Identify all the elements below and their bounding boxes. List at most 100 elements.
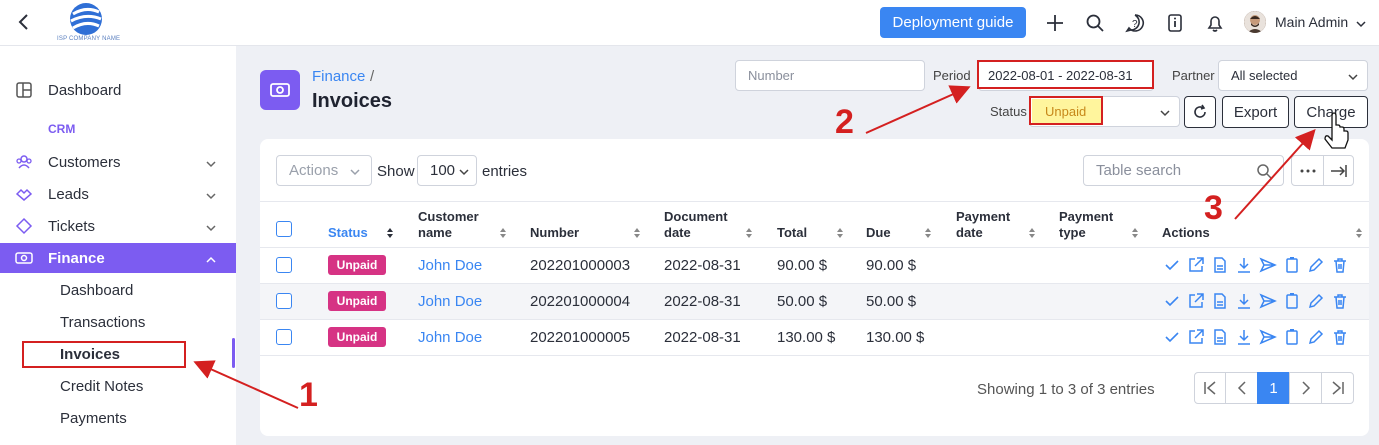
sidebar-subitem-payments[interactable]: Payments [60,410,127,427]
export-button[interactable]: Export [1222,96,1289,128]
deployment-guide-button[interactable]: Deployment guide [880,7,1026,38]
section-crm: CRM [48,122,76,136]
back-icon[interactable] [14,12,34,32]
sidebar-item-label: Customers [48,153,121,171]
row-checkbox[interactable] [276,293,292,309]
logo-text: ISP COMPANY NAME [57,36,121,42]
send-icon[interactable] [1259,328,1277,346]
sidebar-item-tickets[interactable]: Tickets [0,211,236,241]
sidebar-subitem-dashboard[interactable]: Dashboard [60,282,133,299]
column-payment-type[interactable]: Payment type [1059,209,1113,241]
annotation-number-1: 1 [299,376,318,414]
download-icon[interactable] [1235,292,1253,310]
row-checkbox[interactable] [276,257,292,273]
customer-link[interactable]: John Doe [418,329,482,346]
column-number[interactable]: Number [530,225,579,241]
send-icon[interactable] [1259,256,1277,274]
due-amount: 130.00 $ [866,329,925,346]
copy-icon[interactable] [1283,328,1301,346]
expand-columns-icon[interactable] [1324,156,1354,185]
chevron-up-icon [205,253,217,265]
column-customer-line-2: name [418,225,452,240]
top-bar: ISP COMPANY NAME Deployment guide ? Main… [0,0,1379,46]
column-total[interactable]: Total [777,225,807,241]
next-page-button[interactable] [1289,372,1322,404]
admin-name[interactable]: Main Admin [1275,14,1348,30]
tickets-icon [15,217,33,235]
help-icon[interactable]: ? [1124,12,1146,34]
invoice-number: 202201000005 [530,329,631,346]
send-icon[interactable] [1259,292,1277,310]
column-payment-date[interactable]: Payment date [956,209,1010,241]
breadcrumb-finance[interactable]: Finance [312,68,365,85]
open-external-icon[interactable] [1187,256,1205,274]
chevron-down-icon [1160,110,1170,117]
table-search-placeholder: Table search [1096,162,1182,179]
avatar[interactable] [1244,11,1266,33]
sidebar-item-dashboard[interactable]: Dashboard [0,75,236,105]
more-options-icon[interactable] [1292,156,1324,185]
partner-select[interactable]: All selected [1218,60,1368,91]
total-amount: 130.00 $ [777,329,836,346]
chevron-down-icon[interactable] [1355,17,1367,29]
delete-icon[interactable] [1331,292,1349,310]
customer-link[interactable]: John Doe [418,293,482,310]
mark-paid-icon[interactable] [1163,328,1181,346]
refresh-icon [1194,104,1206,118]
sidebar-item-customers[interactable]: Customers [0,147,236,177]
edit-icon[interactable] [1307,292,1325,310]
column-customer-name[interactable]: Customer name [418,209,479,241]
charge-button[interactable]: Charge [1294,96,1368,128]
open-external-icon[interactable] [1187,328,1205,346]
bell-icon[interactable] [1204,12,1226,34]
company-logo[interactable]: ISP COMPANY NAME [55,2,121,44]
sort-icon [500,228,506,238]
column-payment-date-line-1: Payment [956,209,1011,224]
sort-icon [387,228,393,238]
open-external-icon[interactable] [1187,292,1205,310]
period-label: Period [933,68,971,83]
sidebar-item-label: Tickets [48,217,95,235]
row-checkbox[interactable] [276,329,292,345]
document-date: 2022-08-31 [664,293,741,310]
refresh-button[interactable] [1184,96,1216,128]
search-icon[interactable] [1084,12,1106,34]
mark-paid-icon[interactable] [1163,292,1181,310]
column-status[interactable]: Status [328,225,368,241]
sort-icon [1356,228,1362,238]
copy-icon[interactable] [1283,292,1301,310]
info-icon[interactable] [1164,12,1186,34]
customer-link[interactable]: John Doe [418,257,482,274]
edit-icon[interactable] [1307,328,1325,346]
pdf-icon[interactable] [1211,328,1229,346]
last-page-button[interactable] [1321,372,1354,404]
delete-icon[interactable] [1331,328,1349,346]
pdf-icon[interactable] [1211,292,1229,310]
table-search-input[interactable]: Table search [1083,155,1284,186]
download-icon[interactable] [1235,256,1253,274]
actions-dropdown[interactable]: Actions [276,155,372,186]
sidebar-scroll-indicator[interactable] [232,338,235,368]
sidebar-item-finance[interactable]: Finance [0,243,236,273]
plus-icon[interactable] [1044,12,1066,34]
entries-select[interactable]: 100 [417,155,477,186]
column-document-line-1: Document [664,209,728,224]
sidebar-subitem-credit-notes[interactable]: Credit Notes [60,378,143,395]
page-1-button[interactable]: 1 [1257,372,1290,404]
column-document-date[interactable]: Document date [664,209,728,241]
select-all-checkbox[interactable] [276,221,292,237]
column-due[interactable]: Due [866,225,891,241]
mark-paid-icon[interactable] [1163,256,1181,274]
edit-icon[interactable] [1307,256,1325,274]
delete-icon[interactable] [1331,256,1349,274]
sidebar-item-leads[interactable]: Leads [0,179,236,209]
copy-icon[interactable] [1283,256,1301,274]
sidebar-subitem-transactions[interactable]: Transactions [60,314,145,331]
pdf-icon[interactable] [1211,256,1229,274]
download-icon[interactable] [1235,328,1253,346]
number-input[interactable]: Number [735,60,925,91]
prev-page-button[interactable] [1225,372,1258,404]
first-page-button[interactable] [1194,372,1226,404]
status-badge: Unpaid [328,255,386,275]
entries-value: 100 [430,162,456,179]
